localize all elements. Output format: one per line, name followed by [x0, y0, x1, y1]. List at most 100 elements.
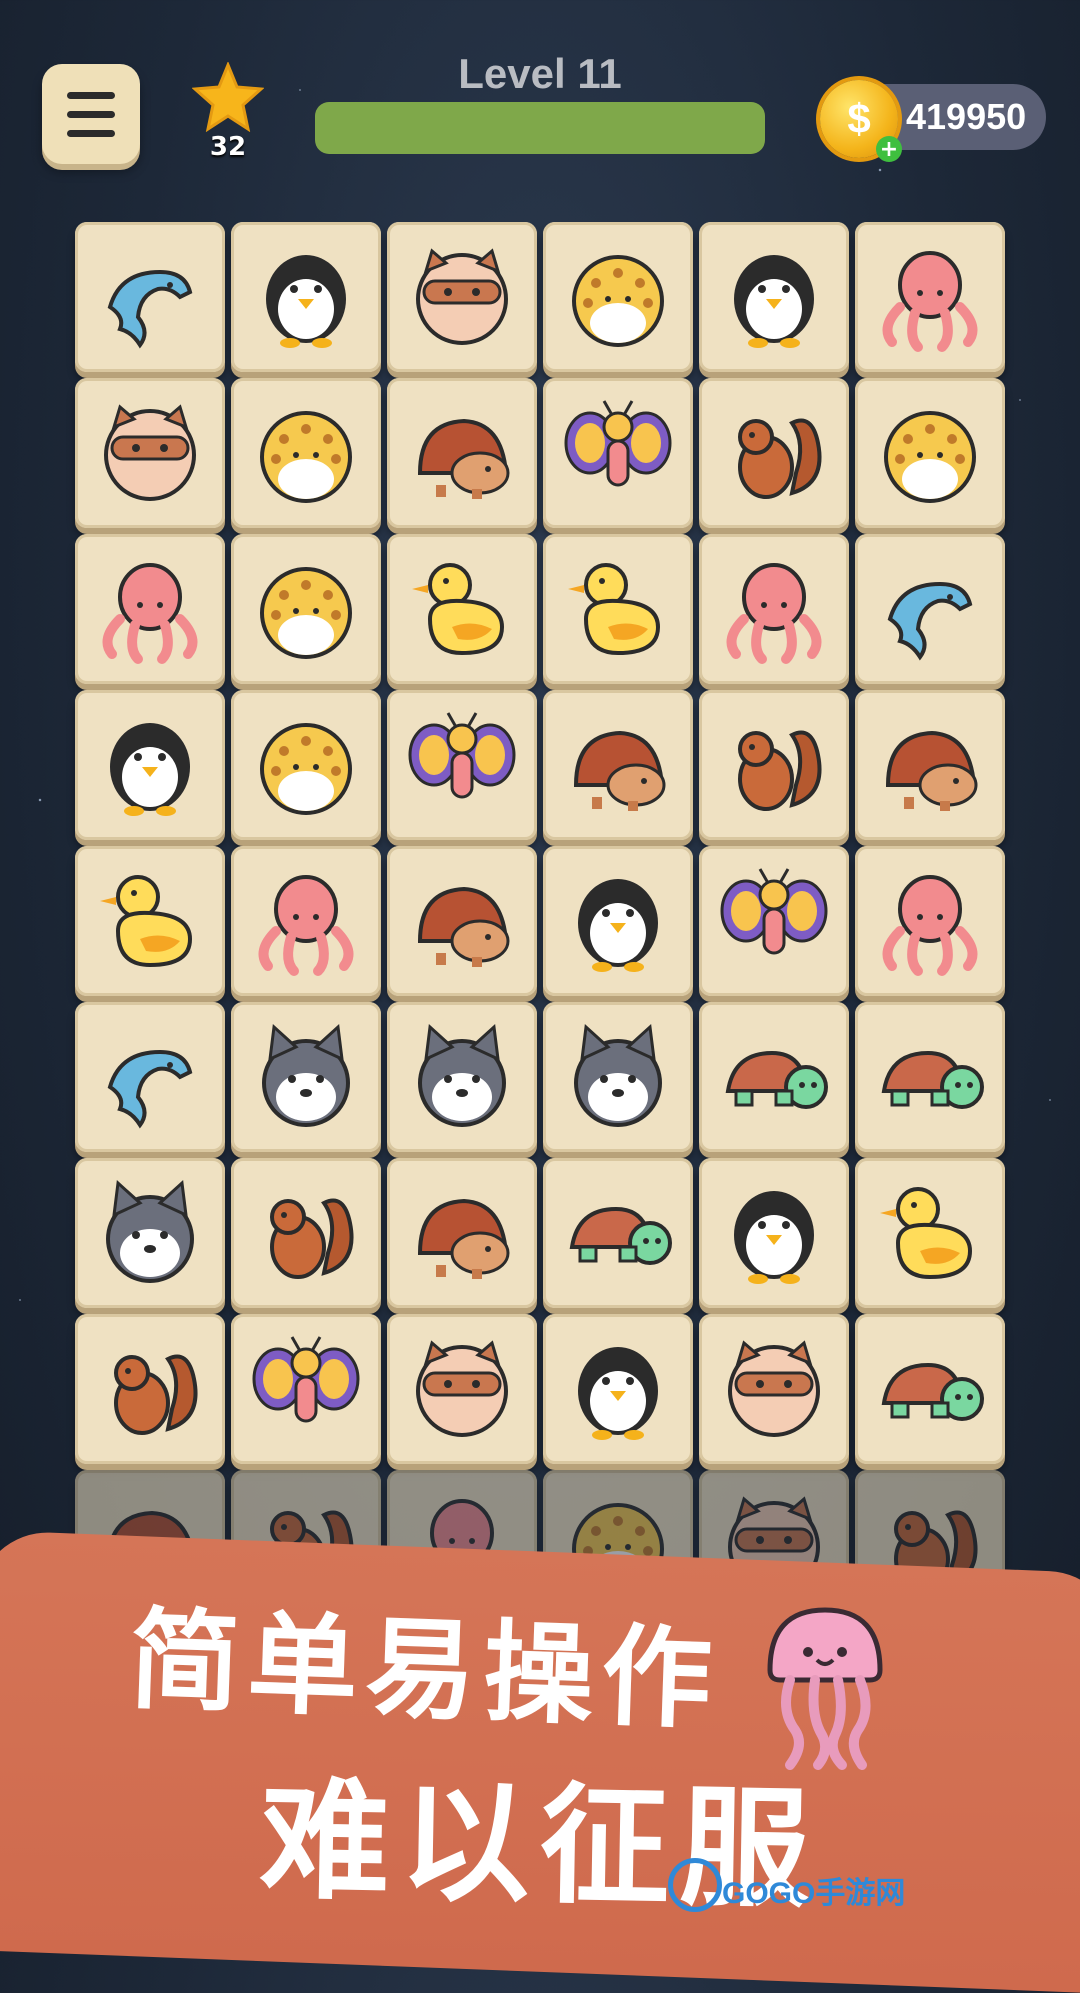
tile-butterfly[interactable]	[543, 378, 693, 528]
hedgehog-icon	[885, 730, 978, 811]
butterfly-icon	[252, 1336, 360, 1423]
tile-duck[interactable]	[75, 846, 225, 996]
butterfly-icon	[564, 400, 672, 487]
tile-butterfly[interactable]	[699, 846, 849, 996]
dolphin-icon	[107, 1049, 193, 1129]
butterfly-icon	[720, 868, 828, 955]
jellyfish-icon	[767, 1607, 883, 1770]
promo-line-1: 简单易操作	[127, 1595, 722, 1745]
penguin-icon	[734, 1191, 814, 1284]
tile-dolphin[interactable]	[855, 534, 1005, 684]
add-coins-button[interactable]: +	[876, 136, 902, 162]
star-counter: 32	[188, 61, 268, 162]
tile-butterfly[interactable]	[231, 1314, 381, 1464]
raccoon-icon	[416, 1340, 508, 1437]
tile-penguin[interactable]	[543, 846, 693, 996]
duck-icon	[100, 875, 193, 968]
level-progress-bar	[315, 102, 765, 154]
tile-raccoon[interactable]	[699, 1314, 849, 1464]
tile-duck[interactable]	[387, 534, 537, 684]
tile-wolf[interactable]	[387, 1002, 537, 1152]
tile-leopard[interactable]	[855, 378, 1005, 528]
tile-squirrel[interactable]	[231, 1158, 381, 1308]
star-count: 32	[209, 132, 247, 162]
tile-dolphin[interactable]	[75, 1002, 225, 1152]
wolf-icon	[262, 1023, 350, 1127]
tile-squirrel[interactable]	[699, 378, 849, 528]
tile-turtle[interactable]	[855, 1314, 1005, 1464]
raccoon-icon	[104, 404, 196, 501]
tile-raccoon[interactable]	[387, 222, 537, 372]
tile-wolf[interactable]	[231, 1002, 381, 1152]
octopus-icon	[258, 875, 354, 976]
tile-hedgehog[interactable]	[855, 690, 1005, 840]
tile-wolf[interactable]	[543, 1002, 693, 1152]
tile-squirrel[interactable]	[699, 690, 849, 840]
watermark: GOGO手游网	[722, 1877, 906, 1910]
hedgehog-icon	[417, 1198, 510, 1279]
tile-hedgehog[interactable]	[387, 1158, 537, 1308]
squirrel-icon	[738, 730, 822, 811]
leopard-icon	[260, 567, 352, 659]
tile-dolphin[interactable]	[75, 222, 225, 372]
tile-hedgehog[interactable]	[543, 690, 693, 840]
tile-butterfly[interactable]	[387, 690, 537, 840]
tile-hedgehog[interactable]	[387, 846, 537, 996]
tile-turtle[interactable]	[543, 1158, 693, 1308]
tile-duck[interactable]	[543, 534, 693, 684]
tile-octopus[interactable]	[231, 846, 381, 996]
leopard-icon	[260, 723, 352, 815]
tile-leopard[interactable]	[231, 690, 381, 840]
penguin-icon	[110, 723, 190, 816]
leopard-icon	[572, 255, 664, 347]
octopus-icon	[882, 251, 978, 352]
raccoon-icon	[728, 1340, 820, 1437]
tile-penguin[interactable]	[75, 690, 225, 840]
tile-squirrel[interactable]	[75, 1314, 225, 1464]
tile-octopus[interactable]	[75, 534, 225, 684]
tile-penguin[interactable]	[543, 1314, 693, 1464]
duck-icon	[412, 563, 505, 656]
tile-penguin[interactable]	[231, 222, 381, 372]
turtle-icon	[569, 1206, 672, 1265]
tile-duck[interactable]	[855, 1158, 1005, 1308]
tile-octopus[interactable]	[855, 846, 1005, 996]
star-icon	[191, 61, 265, 133]
penguin-icon	[578, 1347, 658, 1440]
tile-raccoon[interactable]	[387, 1314, 537, 1464]
penguin-icon	[734, 255, 814, 348]
tile-penguin[interactable]	[699, 1158, 849, 1308]
butterfly-icon	[408, 712, 516, 799]
wolf-icon	[574, 1023, 662, 1127]
tile-turtle[interactable]	[699, 1002, 849, 1152]
octopus-icon	[882, 875, 978, 976]
duck-icon	[568, 563, 661, 656]
tile-octopus[interactable]	[855, 222, 1005, 372]
game-board	[75, 222, 1011, 1622]
penguin-icon	[578, 879, 658, 972]
octopus-icon	[726, 563, 822, 664]
wolf-icon	[106, 1179, 194, 1283]
dolphin-icon	[107, 269, 193, 349]
menu-line	[67, 91, 115, 99]
leopard-icon	[884, 411, 976, 503]
tile-raccoon[interactable]	[75, 378, 225, 528]
tile-octopus[interactable]	[699, 534, 849, 684]
tile-leopard[interactable]	[231, 378, 381, 528]
tile-leopard[interactable]	[231, 534, 381, 684]
coin-value: 419950	[906, 96, 1027, 137]
duck-icon	[880, 1187, 973, 1280]
squirrel-icon	[114, 1354, 198, 1435]
menu-button[interactable]	[42, 64, 140, 164]
turtle-icon	[881, 1050, 984, 1109]
tile-turtle[interactable]	[855, 1002, 1005, 1152]
level-title: Level 11	[458, 50, 622, 97]
tile-hedgehog[interactable]	[387, 378, 537, 528]
hedgehog-icon	[573, 730, 666, 811]
tile-wolf[interactable]	[75, 1158, 225, 1308]
tile-penguin[interactable]	[699, 222, 849, 372]
tile-leopard[interactable]	[543, 222, 693, 372]
hedgehog-icon	[417, 418, 510, 499]
penguin-icon	[266, 255, 346, 348]
leopard-icon	[260, 411, 352, 503]
